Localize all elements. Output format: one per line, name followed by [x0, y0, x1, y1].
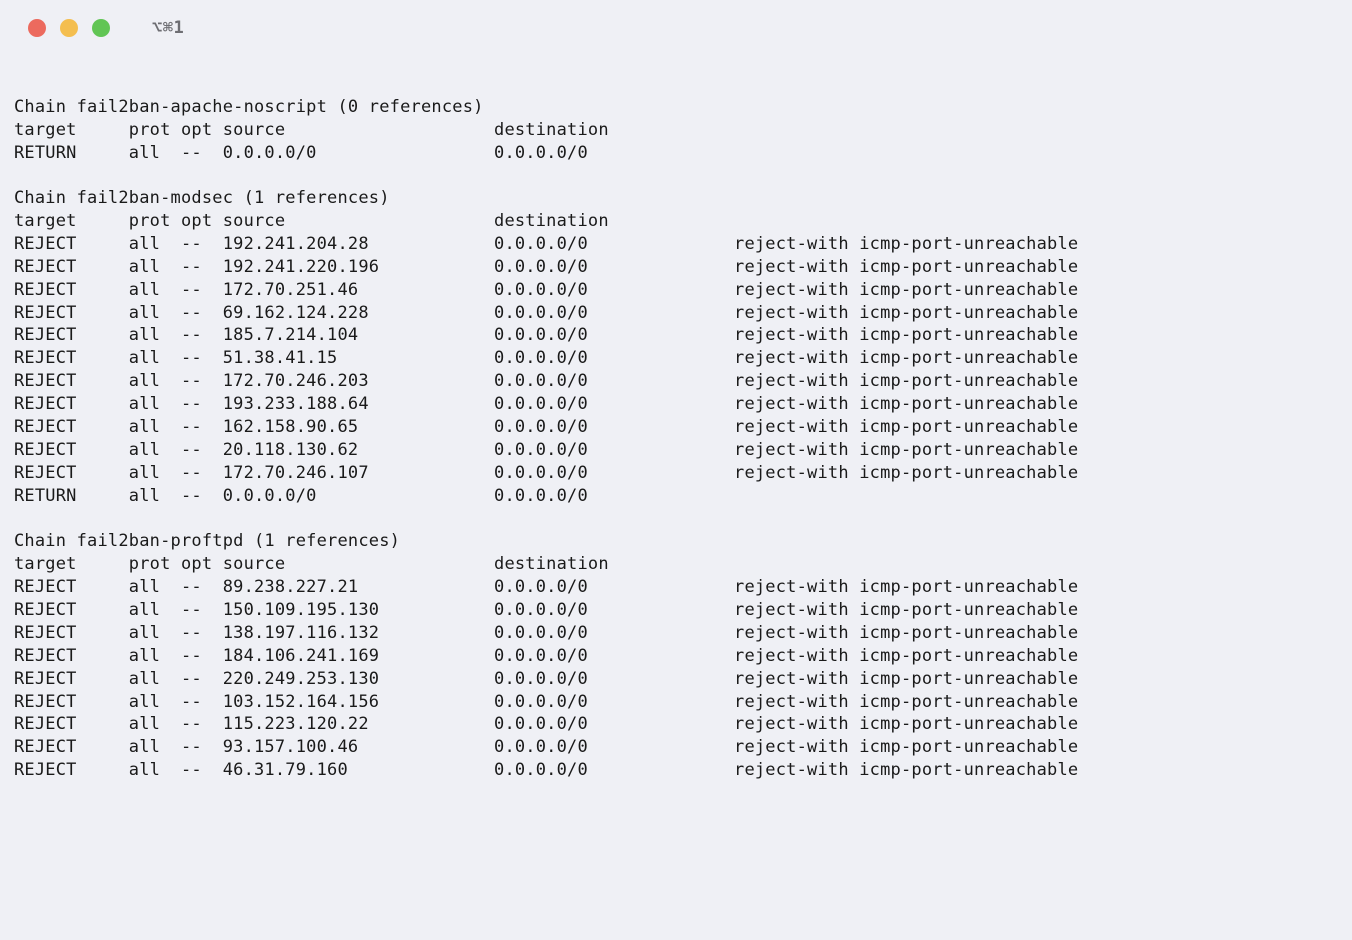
chain-header: Chain fail2ban-apache-noscript (0 refere…: [14, 96, 1352, 119]
rule-row: REJECT all -- 103.152.164.156 0.0.0.0/0 …: [14, 691, 1352, 714]
terminal-output[interactable]: Chain fail2ban-apache-noscript (0 refere…: [0, 56, 1352, 782]
rule-row: REJECT all -- 51.38.41.15 0.0.0.0/0 reje…: [14, 347, 1352, 370]
rule-row: REJECT all -- 93.157.100.46 0.0.0.0/0 re…: [14, 736, 1352, 759]
rule-row: REJECT all -- 192.241.220.196 0.0.0.0/0 …: [14, 256, 1352, 279]
rule-row: REJECT all -- 46.31.79.160 0.0.0.0/0 rej…: [14, 759, 1352, 782]
minimize-icon[interactable]: [60, 19, 78, 37]
rule-row: REJECT all -- 138.197.116.132 0.0.0.0/0 …: [14, 622, 1352, 645]
rule-row: REJECT all -- 150.109.195.130 0.0.0.0/0 …: [14, 599, 1352, 622]
maximize-icon[interactable]: [92, 19, 110, 37]
rule-row: REJECT all -- 69.162.124.228 0.0.0.0/0 r…: [14, 302, 1352, 325]
titlebar-label: ⌥⌘1: [152, 17, 184, 40]
rule-row: REJECT all -- 172.70.246.203 0.0.0.0/0 r…: [14, 370, 1352, 393]
rule-row: REJECT all -- 89.238.227.21 0.0.0.0/0 re…: [14, 576, 1352, 599]
rule-row: REJECT all -- 185.7.214.104 0.0.0.0/0 re…: [14, 324, 1352, 347]
rule-row: REJECT all -- 192.241.204.28 0.0.0.0/0 r…: [14, 233, 1352, 256]
rule-row: REJECT all -- 172.70.251.46 0.0.0.0/0 re…: [14, 279, 1352, 302]
rule-row: RETURN all -- 0.0.0.0/0 0.0.0.0/0: [14, 142, 1352, 165]
window-titlebar: ⌥⌘1: [0, 0, 1352, 56]
close-icon[interactable]: [28, 19, 46, 37]
chain-block: Chain fail2ban-apache-noscript (0 refere…: [14, 96, 1352, 165]
chain-block: Chain fail2ban-modsec (1 references)targ…: [14, 187, 1352, 508]
chain-block: Chain fail2ban-proftpd (1 references)tar…: [14, 530, 1352, 782]
rule-row: REJECT all -- 20.118.130.62 0.0.0.0/0 re…: [14, 439, 1352, 462]
rule-row: REJECT all -- 220.249.253.130 0.0.0.0/0 …: [14, 668, 1352, 691]
column-header: target prot opt source destination: [14, 210, 1352, 233]
column-header: target prot opt source destination: [14, 553, 1352, 576]
rule-row: REJECT all -- 172.70.246.107 0.0.0.0/0 r…: [14, 462, 1352, 485]
traffic-lights: [28, 19, 110, 37]
rule-row: REJECT all -- 115.223.120.22 0.0.0.0/0 r…: [14, 713, 1352, 736]
chain-header: Chain fail2ban-modsec (1 references): [14, 187, 1352, 210]
rule-row: REJECT all -- 193.233.188.64 0.0.0.0/0 r…: [14, 393, 1352, 416]
rule-row: REJECT all -- 162.158.90.65 0.0.0.0/0 re…: [14, 416, 1352, 439]
rule-row: RETURN all -- 0.0.0.0/0 0.0.0.0/0: [14, 485, 1352, 508]
chain-header: Chain fail2ban-proftpd (1 references): [14, 530, 1352, 553]
rule-row: REJECT all -- 184.106.241.169 0.0.0.0/0 …: [14, 645, 1352, 668]
column-header: target prot opt source destination: [14, 119, 1352, 142]
